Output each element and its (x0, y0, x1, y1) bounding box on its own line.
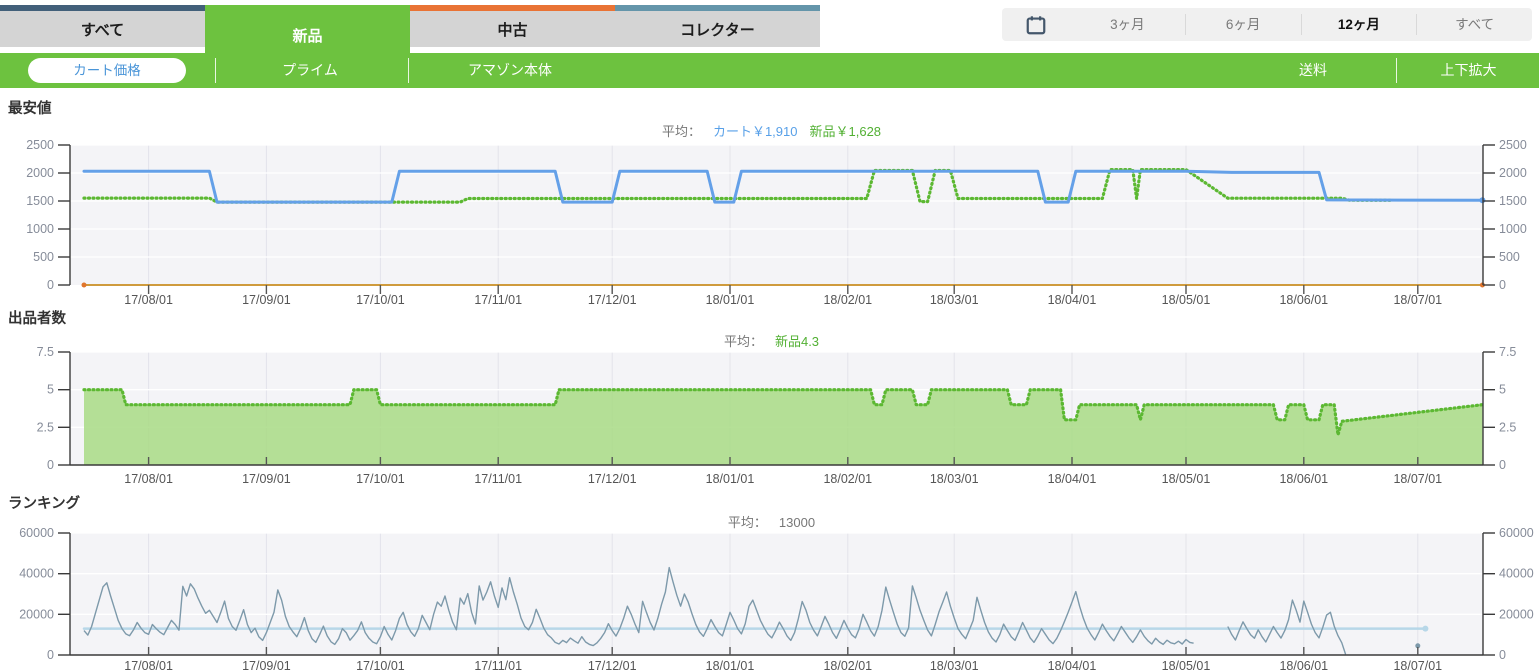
svg-text:17/11/01: 17/11/01 (474, 293, 522, 307)
range-3-months[interactable]: 3ヶ月 (1070, 14, 1185, 35)
amazon-button[interactable]: アマゾン本体 (430, 53, 590, 88)
svg-text:2000: 2000 (1499, 166, 1527, 180)
svg-text:0: 0 (1499, 278, 1506, 292)
tab-used-label: 中古 (497, 21, 528, 39)
svg-text:18/04/01: 18/04/01 (1048, 293, 1097, 307)
svg-text:18/06/01: 18/06/01 (1279, 293, 1328, 307)
svg-text:17/09/01: 17/09/01 (242, 472, 291, 486)
tab-collectible[interactable]: コレクター (615, 5, 820, 47)
svg-text:0: 0 (47, 458, 54, 472)
svg-text:2500: 2500 (26, 138, 54, 152)
condition-tabs: すべて 新品 中古 コレクター (0, 5, 820, 59)
svg-text:0: 0 (47, 648, 54, 662)
svg-text:18/04/01: 18/04/01 (1048, 472, 1097, 486)
svg-text:60000: 60000 (19, 528, 54, 540)
svg-text:18/01/01: 18/01/01 (706, 472, 755, 486)
svg-text:40000: 40000 (1499, 567, 1534, 581)
svg-text:500: 500 (1499, 250, 1520, 264)
range-12-months[interactable]: 12ヶ月 (1300, 14, 1417, 35)
svg-text:2000: 2000 (26, 166, 54, 180)
cart-price-button[interactable]: カート価格 (28, 58, 186, 83)
range-all[interactable]: すべて (1416, 14, 1532, 35)
svg-text:17/12/01: 17/12/01 (588, 659, 637, 672)
svg-text:18/02/01: 18/02/01 (823, 659, 872, 672)
svg-text:18/02/01: 18/02/01 (823, 472, 872, 486)
svg-text:40000: 40000 (19, 567, 54, 581)
svg-text:17/09/01: 17/09/01 (242, 293, 291, 307)
svg-text:0: 0 (1499, 458, 1506, 472)
svg-text:17/10/01: 17/10/01 (356, 659, 405, 672)
svg-text:0: 0 (47, 278, 54, 292)
price-tracker-page: すべて 新品 中古 コレクター 3ヶ月 6ヶ月 12ヶ月 すべて カート価格 プ… (0, 0, 1539, 672)
tab-collectible-label: コレクター (680, 21, 755, 39)
svg-text:17/12/01: 17/12/01 (588, 472, 637, 486)
svg-text:20000: 20000 (19, 607, 54, 621)
tab-used[interactable]: 中古 (410, 5, 615, 47)
svg-text:17/11/01: 17/11/01 (474, 472, 522, 486)
tab-new[interactable]: 新品 (205, 5, 410, 59)
shipping-button[interactable]: 送料 (1258, 53, 1368, 88)
toolbar-separator (1396, 58, 1397, 83)
svg-text:17/12/01: 17/12/01 (588, 293, 637, 307)
svg-text:17/11/01: 17/11/01 (474, 659, 522, 672)
svg-text:18/06/01: 18/06/01 (1279, 472, 1328, 486)
svg-text:0: 0 (1499, 648, 1506, 662)
svg-text:17/08/01: 17/08/01 (124, 472, 173, 486)
svg-text:1000: 1000 (26, 222, 54, 236)
toolbar-separator (215, 58, 216, 83)
svg-text:2.5: 2.5 (1499, 420, 1516, 434)
svg-text:17/09/01: 17/09/01 (242, 659, 291, 672)
svg-text:18/02/01: 18/02/01 (823, 293, 872, 307)
tab-new-label: 新品 (292, 27, 323, 45)
price-type-toolbar: カート価格 プライム アマゾン本体 送料 上下拡大 (0, 53, 1539, 88)
svg-text:18/07/01: 18/07/01 (1393, 293, 1442, 307)
svg-text:7.5: 7.5 (1499, 345, 1516, 359)
svg-text:17/10/01: 17/10/01 (356, 472, 405, 486)
svg-text:18/07/01: 18/07/01 (1393, 472, 1442, 486)
svg-text:1500: 1500 (26, 194, 54, 208)
svg-text:1500: 1500 (1499, 194, 1527, 208)
svg-text:5: 5 (1499, 383, 1506, 397)
svg-text:18/07/01: 18/07/01 (1393, 659, 1442, 672)
svg-text:18/06/01: 18/06/01 (1279, 659, 1328, 672)
svg-text:18/05/01: 18/05/01 (1162, 659, 1211, 672)
range-6-months[interactable]: 6ヶ月 (1184, 14, 1301, 35)
tab-all-label: すべて (80, 21, 125, 39)
lowest-price-chart[interactable]: 0 0 500 500 1000 1000 1500 1500 2000 2000 2500 2500… (0, 138, 1539, 315)
svg-text:18/05/01: 18/05/01 (1162, 293, 1211, 307)
tab-all[interactable]: すべて (0, 5, 205, 47)
svg-text:18/05/01: 18/05/01 (1162, 472, 1211, 486)
svg-text:500: 500 (33, 250, 54, 264)
svg-text:18/03/01: 18/03/01 (930, 293, 979, 307)
svg-text:1000: 1000 (1499, 222, 1527, 236)
svg-text:2.5: 2.5 (37, 420, 54, 434)
svg-text:20000: 20000 (1499, 607, 1534, 621)
svg-text:17/08/01: 17/08/01 (124, 659, 173, 672)
ranking-chart[interactable]: 0 0 20000 20000 40000 40000 60000 60000 17/08/01… (0, 526, 1539, 672)
svg-text:7.5: 7.5 (37, 345, 54, 359)
calendar-icon[interactable] (1002, 14, 1070, 36)
svg-text:18/03/01: 18/03/01 (930, 472, 979, 486)
expand-vertical-button[interactable]: 上下拡大 (1406, 53, 1531, 88)
svg-text:18/01/01: 18/01/01 (706, 293, 755, 307)
chart-title-seller-count: 出品者数 (8, 311, 66, 327)
seller-count-chart[interactable]: 0 0 2.5 2.5 5 5 7.5 7.5 17/08/01 17/09/01 17/10/01… (0, 345, 1539, 497)
svg-text:60000: 60000 (1499, 528, 1534, 540)
chart-title-lowest-price: 最安値 (8, 101, 52, 117)
svg-text:17/08/01: 17/08/01 (124, 293, 173, 307)
date-range-bar: 3ヶ月 6ヶ月 12ヶ月 すべて (1002, 8, 1532, 41)
svg-text:18/03/01: 18/03/01 (930, 659, 979, 672)
chart-title-ranking: ランキング (8, 496, 81, 512)
svg-text:2500: 2500 (1499, 138, 1527, 152)
svg-text:18/01/01: 18/01/01 (706, 659, 755, 672)
svg-text:17/10/01: 17/10/01 (356, 293, 405, 307)
svg-text:5: 5 (47, 383, 54, 397)
svg-text:18/04/01: 18/04/01 (1048, 659, 1097, 672)
prime-button[interactable]: プライム (230, 53, 390, 88)
toolbar-separator (408, 58, 409, 83)
